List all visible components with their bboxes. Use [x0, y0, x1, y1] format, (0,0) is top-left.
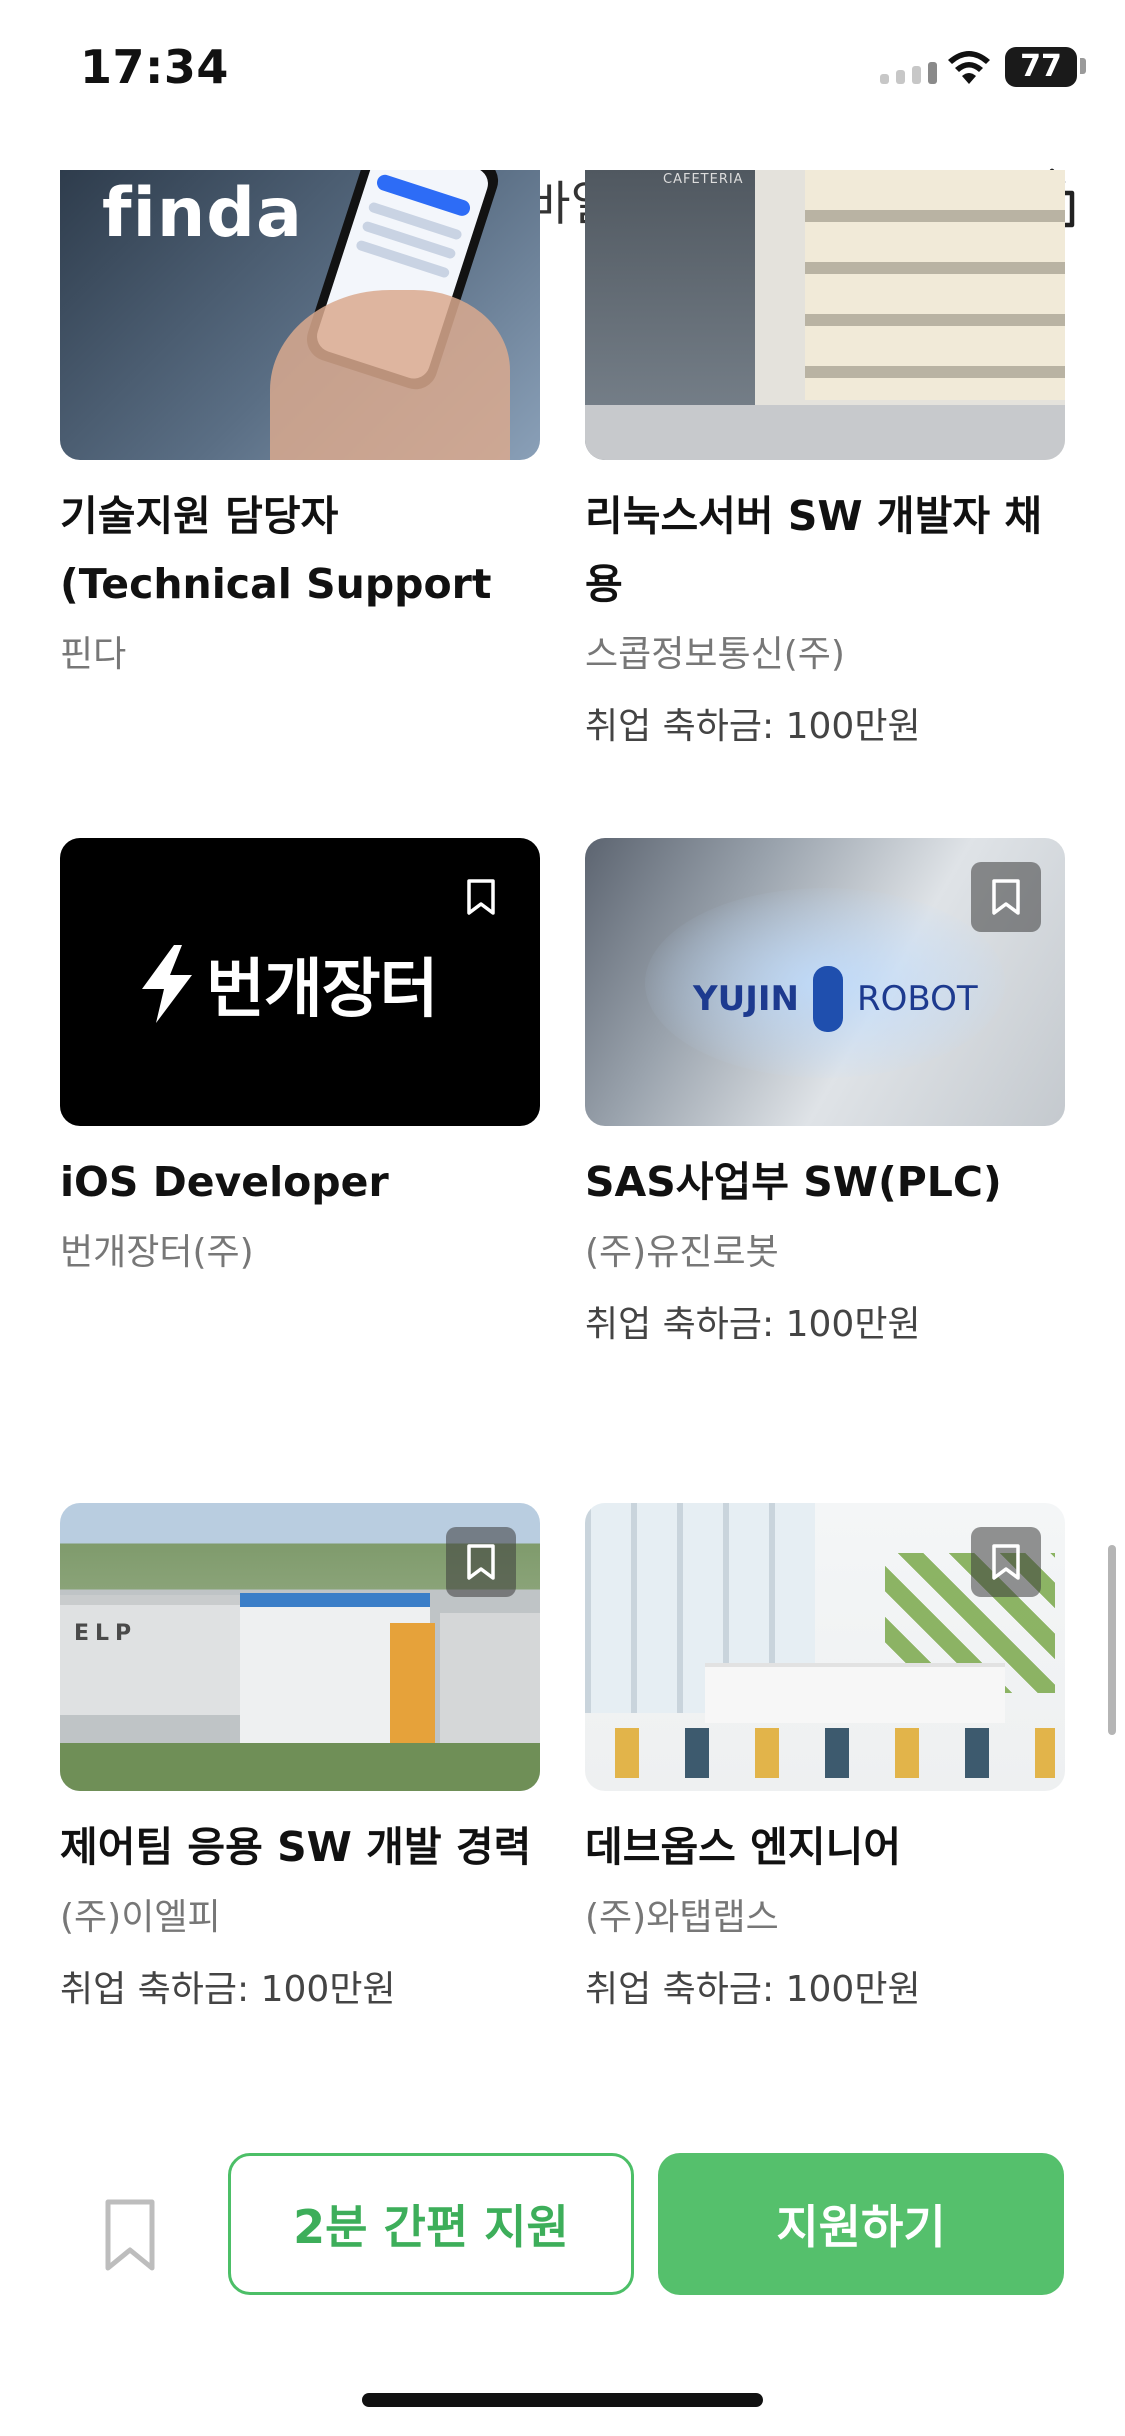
job-title-line: (Technical Support	[60, 560, 492, 608]
battery-icon: 77	[1005, 47, 1077, 87]
bookmark-button[interactable]	[971, 862, 1041, 932]
company-name: 핀다	[60, 634, 127, 675]
wifi-icon	[948, 51, 990, 84]
job-title: 제어팀 응용 SW 개발 경력	[60, 1823, 532, 1871]
bookmark-button[interactable]	[971, 1527, 1041, 1597]
side-building	[440, 1613, 540, 1753]
job-card[interactable]: YUJIN ROBOT SAS사업부 SW(PLC) (주)유진로봇 취업 축하…	[585, 838, 1065, 1350]
bookmark-icon	[992, 879, 1020, 915]
factory-building: ELP	[60, 1595, 260, 1715]
job-thumbnail: YUJIN ROBOT	[585, 838, 1065, 1126]
hiring-bonus: 취업 축하금: 100만원	[585, 706, 921, 747]
job-title-line: 리눅스서버 SW 개발자 채	[585, 492, 1043, 540]
bookmark-icon	[992, 1544, 1020, 1580]
yujin-logo-left: YUJIN	[693, 979, 799, 1019]
job-detail-screen: 17:34 77 Global 서비스 모바일 APP 개발 (iOS) fin…	[0, 0, 1125, 2436]
job-thumbnail: finda	[60, 170, 540, 460]
battery-tip	[1080, 58, 1086, 74]
status-time: 17:34	[80, 40, 229, 94]
bookmark-icon[interactable]	[100, 2196, 160, 2276]
job-card[interactable]: ELP 제어팀 응용 SW 개발 경력 (주)이엘피 취업 축하금: 100만원	[60, 1503, 540, 2015]
home-indicator[interactable]	[362, 2393, 763, 2407]
yujin-logo-right: ROBOT	[856, 979, 978, 1019]
bunjang-logo-text: 번개장터	[206, 953, 439, 1027]
cellular-signal-icon	[880, 62, 937, 84]
green-trees	[60, 1743, 540, 1791]
job-title-line: 기술지원 담당자	[60, 492, 339, 540]
bunjang-logo: 번개장터	[138, 938, 439, 1030]
display-shelves	[805, 170, 1065, 400]
job-title: SAS사업부 SW(PLC)	[585, 1158, 1002, 1206]
company-name: 스콥정보통신(주)	[585, 634, 845, 675]
bookmark-button[interactable]	[446, 1527, 516, 1597]
job-card[interactable]: finda 기술지원 담당자 (Technical Support 핀다	[60, 170, 540, 680]
company-name: 번개장터(주)	[60, 1232, 254, 1273]
job-card[interactable]: CAFETERIA 리눅스서버 SW 개발자 채 용 스콥정보통신(주) 취업 …	[585, 170, 1065, 752]
bookmark-button[interactable]	[446, 862, 516, 932]
elp-sign: ELP	[74, 1621, 138, 1646]
job-title: 데브옵스 엔지니어	[585, 1823, 902, 1871]
job-title: 리눅스서버 SW 개발자 채 용	[585, 482, 1065, 618]
job-thumbnail: ELP	[60, 1503, 540, 1791]
status-bar: 17:34 77	[0, 0, 1125, 135]
bookmark-icon	[467, 879, 495, 915]
orange-tower	[390, 1623, 435, 1753]
bottom-action-bar: 2분 간편 지원 지원하기	[0, 2120, 1125, 2436]
job-card[interactable]: 번개장터 iOS Developer 번개장터(주)	[60, 838, 540, 1278]
job-card[interactable]: 데브옵스 엔지니어 (주)와탭랩스 취업 축하금: 100만원	[585, 1503, 1065, 2015]
finda-logo: finda	[102, 174, 303, 253]
lightning-icon	[142, 945, 192, 1023]
job-title-line: 용	[585, 560, 623, 608]
company-name: (주)와탭랩스	[585, 1897, 779, 1938]
hiring-bonus: 취업 축하금: 100만원	[60, 1969, 396, 2010]
cafeteria-sign: CAFETERIA	[663, 172, 744, 187]
yujin-logo: YUJIN ROBOT	[693, 966, 978, 1032]
job-thumbnail: CAFETERIA	[585, 170, 1065, 460]
steps	[705, 1663, 1005, 1723]
job-thumbnail	[585, 1503, 1065, 1791]
company-name: (주)이엘피	[60, 1897, 221, 1938]
company-name: (주)유진로봇	[585, 1232, 779, 1273]
job-title: iOS Developer	[60, 1158, 389, 1206]
hand-image	[270, 290, 510, 460]
scrollbar[interactable]	[1108, 1545, 1116, 1735]
apply-button[interactable]: 지원하기	[658, 2153, 1064, 2295]
cafe-chairs	[615, 1728, 1055, 1778]
robot-figure-icon	[812, 966, 843, 1032]
floor	[585, 405, 1065, 460]
job-title: 기술지원 담당자 (Technical Support	[60, 482, 540, 618]
bookmark-icon	[467, 1544, 495, 1580]
hiring-bonus: 취업 축하금: 100만원	[585, 1304, 921, 1345]
hiring-bonus: 취업 축하금: 100만원	[585, 1969, 921, 2010]
quick-apply-button[interactable]: 2분 간편 지원	[228, 2153, 634, 2295]
job-thumbnail: 번개장터	[60, 838, 540, 1126]
